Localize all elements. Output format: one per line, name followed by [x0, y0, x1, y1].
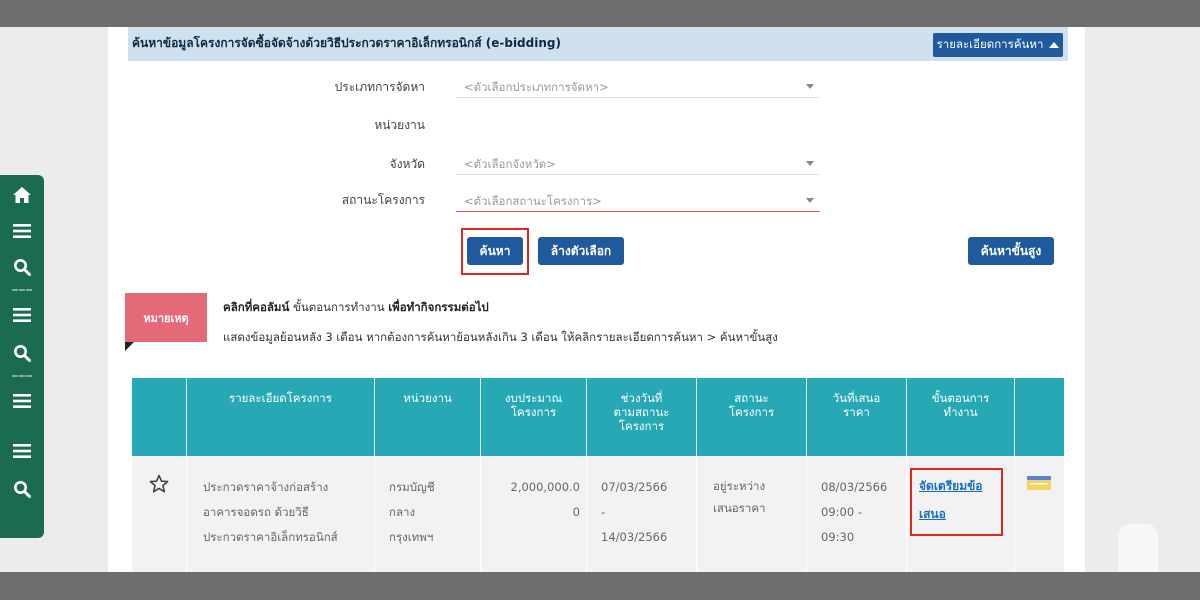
advanced-search-button[interactable]: ค้นหาขั้นสูง: [968, 237, 1054, 265]
document-icon[interactable]: [1027, 476, 1051, 490]
note-history-info: แสดงข้อมูลย้อนหลัง 3 เดือน หากต้องการค้น…: [223, 330, 778, 344]
caret-up-icon: [1049, 42, 1060, 48]
note-column-name: ขั้นตอนการทำงาน: [289, 300, 389, 314]
search-icon[interactable]: [0, 471, 44, 507]
column-header-details: รายละเอียดโครงการ: [186, 378, 374, 456]
note-tag: หมายเหตุ: [125, 293, 207, 342]
clear-selection-button[interactable]: ล้างตัวเลือก: [538, 237, 624, 265]
project-status-placeholder: <ตัวเลือกสถานะโครงการ>: [464, 194, 602, 208]
action-cell: [1014, 456, 1064, 572]
procurement-type-placeholder: <ตัวเลือกประเภทการจัดหา>: [464, 80, 609, 94]
column-header-favorite: [132, 378, 186, 456]
search-header-bar: ค้นหาข้อมูลโครงการจัดซื้อจัดจ้างด้วยวิธี…: [128, 27, 1068, 61]
procurement-type-label: ประเภทการจัดหา: [334, 80, 425, 94]
note-instruction: คลิกที่คอลัมน์ ขั้นตอนการทำงาน เพื่อทำกิ…: [223, 299, 489, 317]
procurement-type-select[interactable]: <ตัวเลือกประเภทการจัดหา>: [456, 74, 820, 98]
toolbar-divider: [12, 289, 32, 291]
search-details-toggle-button[interactable]: รายละเอียดการค้นหา: [933, 33, 1063, 57]
chevron-down-icon: [806, 198, 814, 203]
column-header-agency: หน่วยงาน: [374, 378, 480, 456]
page-canvas: ค้นหาข้อมูลโครงการจัดซื้อจัดจ้างด้วยวิธี…: [0, 27, 1200, 572]
column-header-action: [1014, 378, 1064, 456]
search-button[interactable]: ค้นหา: [467, 237, 523, 265]
search-icon[interactable]: [0, 335, 44, 371]
agency-input[interactable]: [456, 112, 820, 136]
column-header-status: สถานะ โครงการ: [696, 378, 806, 456]
note-bold-action: เพื่อทำกิจกรรมต่อไป: [388, 300, 489, 314]
note-tag-fold: [125, 342, 134, 351]
page-title: ค้นหาข้อมูลโครงการจัดซื้อจัดจ้างด้วยวิธี…: [132, 36, 561, 50]
agency-cell: กรมบัญชี กลาง กรุงเทพฯ: [374, 456, 480, 572]
project-status-select[interactable]: <ตัวเลือกสถานะโครงการ>: [456, 188, 820, 212]
menu-icon[interactable]: [0, 297, 44, 333]
menu-icon[interactable]: [0, 433, 44, 469]
results-table-header: รายละเอียดโครงการ หน่วยงาน งบประมาณ โครงก…: [132, 378, 1064, 456]
note-bold-click: คลิกที่คอลัมน์: [223, 300, 290, 314]
menu-icon[interactable]: [0, 383, 44, 419]
window-frame-bottom: [0, 572, 1200, 600]
search-details-label: รายละเอียดการค้นหา: [936, 37, 1044, 51]
menu-icon[interactable]: [0, 213, 44, 249]
province-placeholder: <ตัวเลือกจังหวัด>: [464, 157, 556, 171]
prepare-offer-highlight: [910, 468, 1003, 536]
province-select[interactable]: <ตัวเลือกจังหวัด>: [456, 151, 820, 175]
favorite-cell: [132, 456, 186, 572]
chat-widget-shadow: [1118, 524, 1158, 572]
offer-date-cell: 08/03/2566 09:00 -09:30: [806, 456, 906, 572]
project-status-label: สถานะโครงการ: [341, 193, 425, 207]
window-frame-top: [0, 0, 1200, 27]
home-icon[interactable]: [0, 177, 44, 213]
project-status-cell: อยู่ระหว่าง เสนอราคา: [696, 456, 806, 572]
agency-label: หน่วยงาน: [374, 118, 425, 132]
province-label: จังหวัด: [389, 157, 425, 171]
chevron-down-icon: [806, 84, 814, 89]
date-range-cell: 07/03/2566-14/03/2566: [586, 456, 696, 572]
chevron-down-icon: [806, 161, 814, 166]
column-header-offer-date: วันที่เสนอ ราคา: [806, 378, 906, 456]
toolbar-divider: [12, 375, 32, 377]
main-panel: ค้นหาข้อมูลโครงการจัดซื้อจัดจ้างด้วยวิธี…: [108, 27, 1085, 572]
column-header-workflow-step: ขั้นตอนการ ทำงาน: [906, 378, 1014, 456]
column-header-budget: งบประมาณ โครงการ: [480, 378, 586, 456]
column-header-date-range: ช่วงวันที่ ตามสถานะ โครงการ: [586, 378, 696, 456]
budget-cell: 2,000,000.0 0: [480, 456, 586, 572]
project-details-cell[interactable]: ประกวดราคาจ้างก่อสร้าง อาคารจอดรถ ด้วยวิธ…: [186, 456, 374, 572]
search-icon[interactable]: [0, 249, 44, 285]
side-toolbar: [0, 175, 44, 538]
star-outline-icon[interactable]: [149, 474, 169, 494]
